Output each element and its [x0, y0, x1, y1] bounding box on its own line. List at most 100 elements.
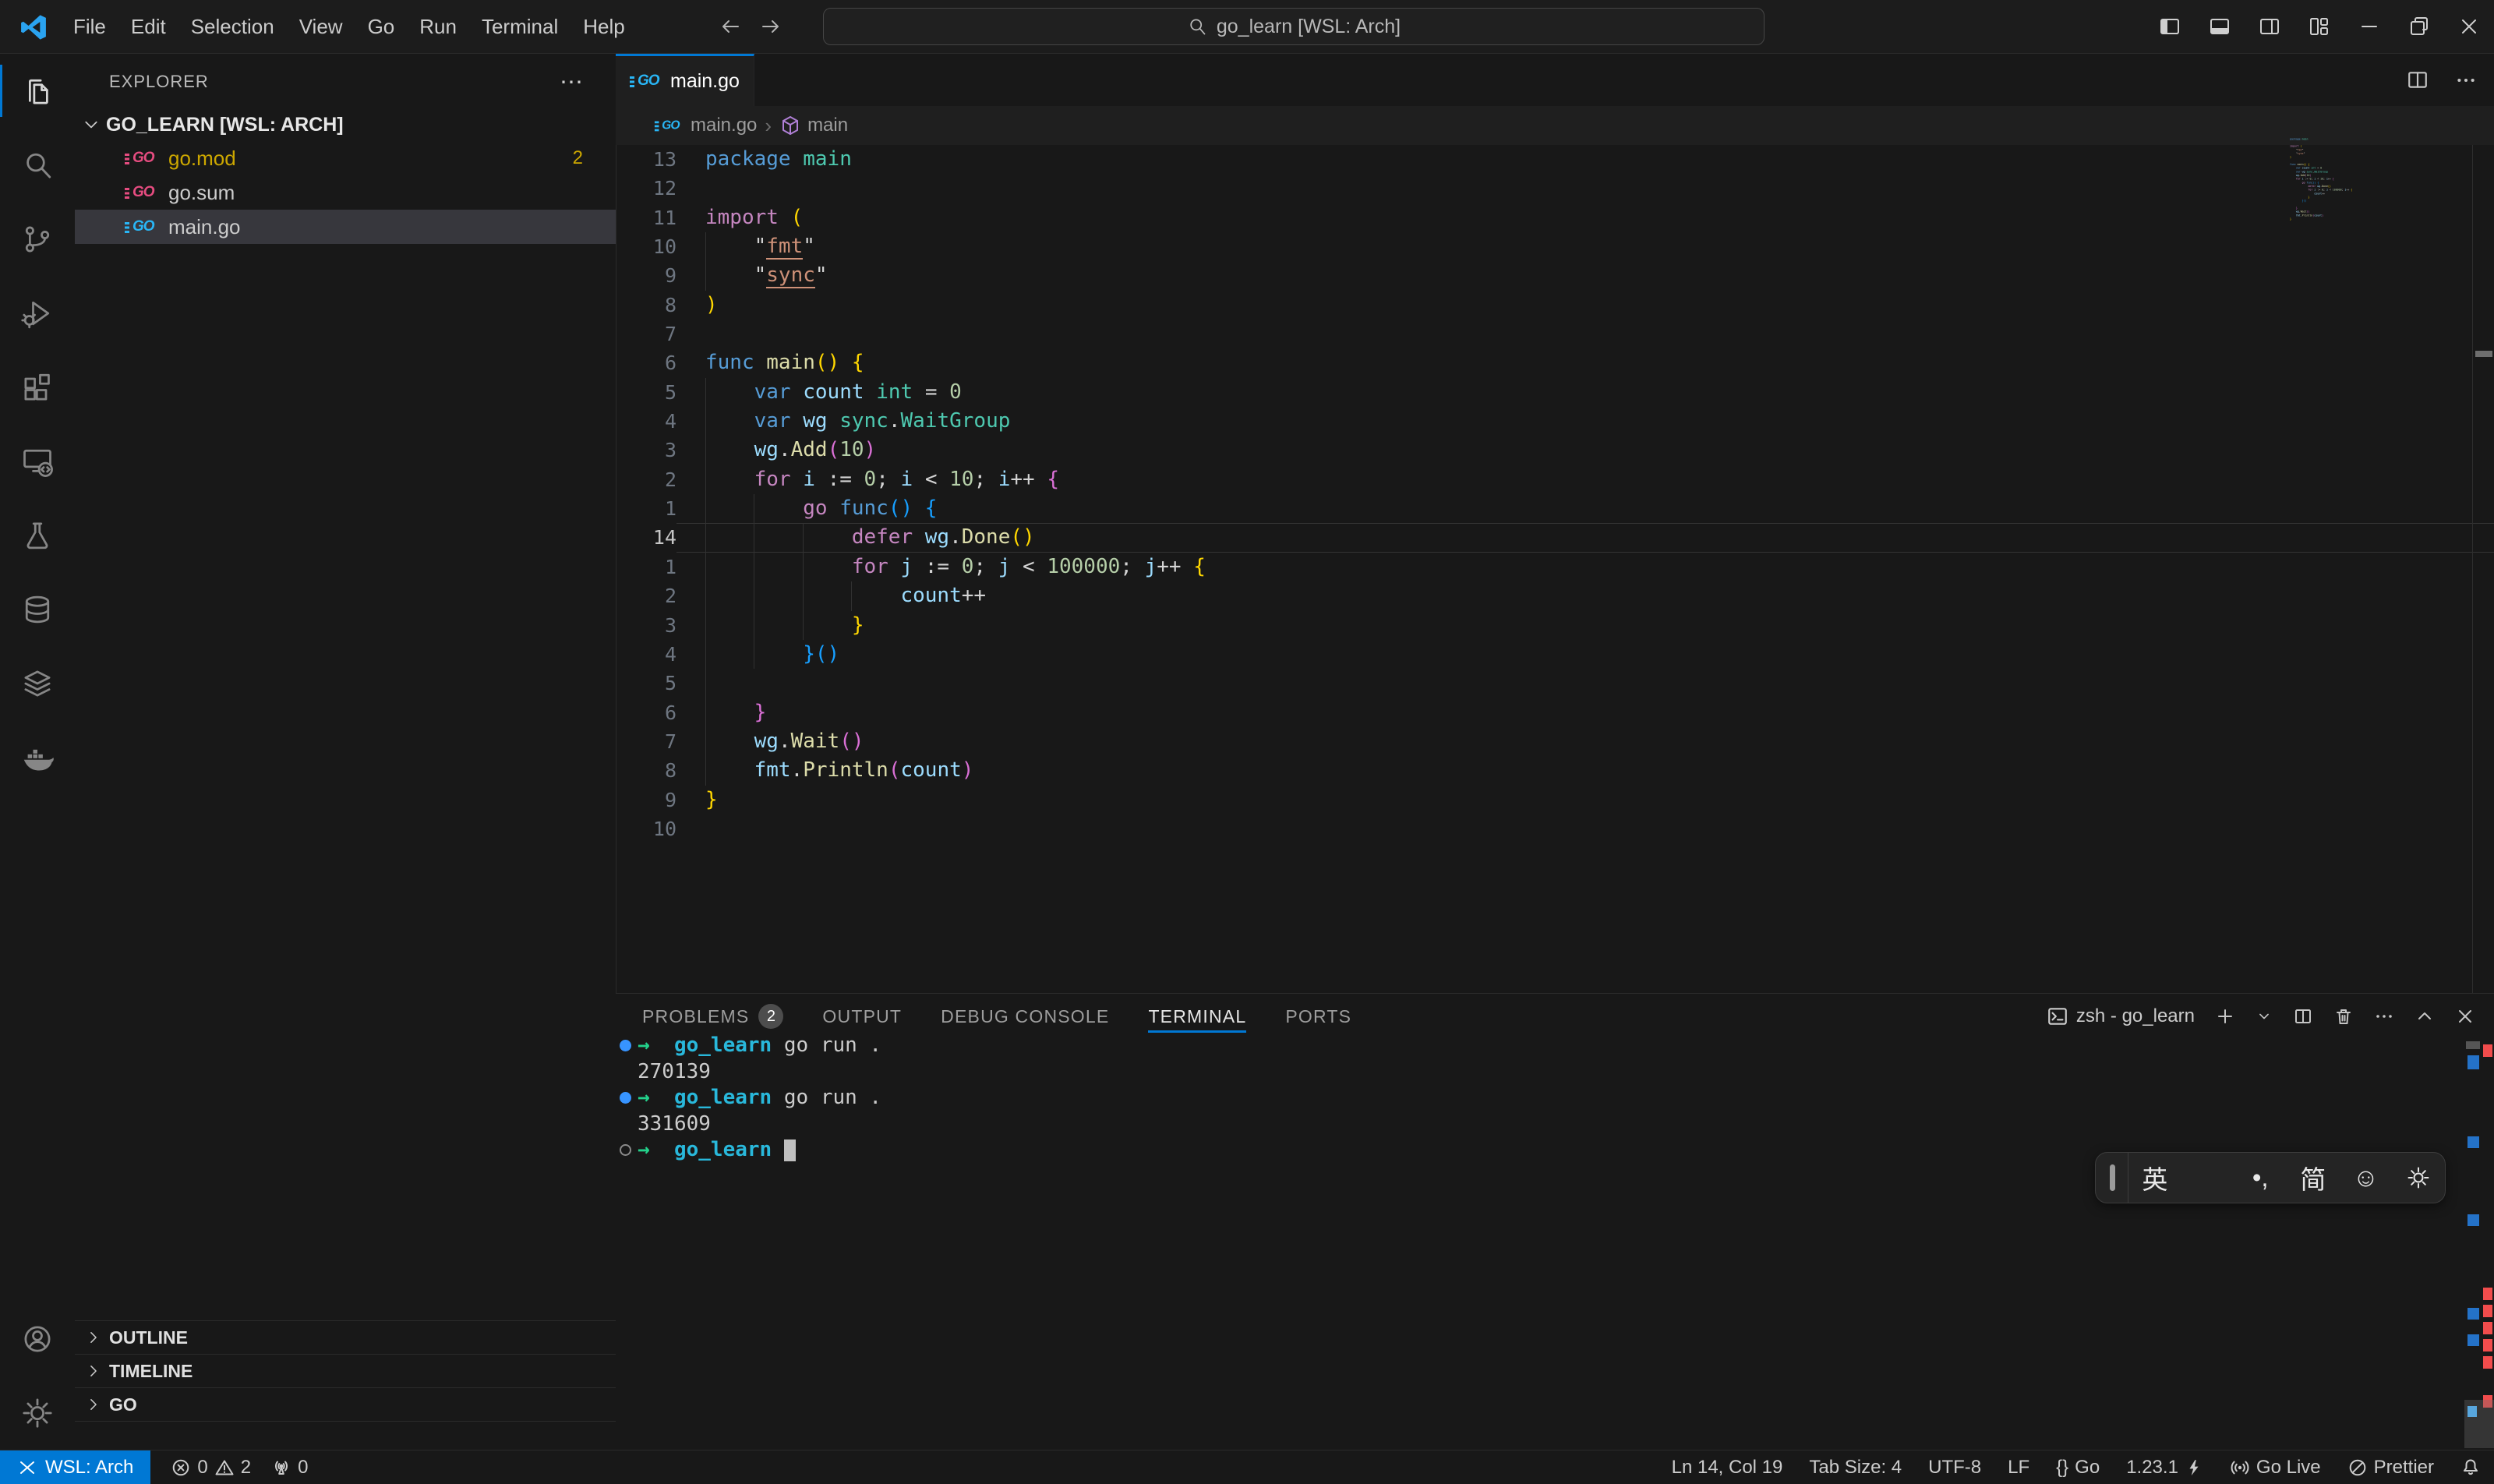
menu-edit[interactable]: Edit — [118, 15, 178, 39]
ime-emoji[interactable]: ☺ — [2340, 1163, 2393, 1192]
code-line[interactable]: 2 for i := 0; i < 10; i++ { — [616, 465, 2494, 494]
minimap[interactable]: package mainimport ( "fmt" "sync")func m… — [2290, 137, 2372, 224]
ime-settings[interactable] — [2392, 1164, 2445, 1191]
terminal-output[interactable]: → go_learn go run .270139→ go_learn go r… — [616, 1033, 2471, 1164]
code-line[interactable]: 11 import ( — [616, 203, 2494, 232]
section-timeline[interactable]: TIMELINE — [75, 1354, 616, 1387]
code-line[interactable]: 10 "fmt" — [616, 232, 2494, 261]
code-line[interactable]: 3 } — [616, 611, 2494, 640]
menu-terminal[interactable]: Terminal — [469, 15, 571, 39]
new-terminal-icon[interactable] — [2215, 1006, 2235, 1026]
toggle-secondary-sidebar-icon[interactable] — [2245, 0, 2294, 53]
forward-icon[interactable] — [759, 15, 782, 38]
command-decoration[interactable] — [620, 1144, 631, 1156]
problems-status[interactable]: 0 2 — [171, 1457, 251, 1479]
activity-docker[interactable] — [0, 720, 75, 794]
status-go-live[interactable]: Go Live — [2217, 1457, 2334, 1479]
menu-go[interactable]: Go — [355, 15, 408, 39]
activity-source-control[interactable] — [0, 202, 75, 276]
toggle-panel-icon[interactable] — [2195, 0, 2245, 53]
ime-simplified[interactable]: 简 — [2287, 1159, 2340, 1196]
code-line[interactable]: 8 fmt.Println(count) — [616, 756, 2494, 785]
menu-help[interactable]: Help — [571, 15, 637, 39]
activity-database[interactable] — [0, 572, 75, 646]
toggle-primary-sidebar-icon[interactable] — [2145, 0, 2195, 53]
launch-profile-icon[interactable] — [2256, 1008, 2273, 1025]
status-language-mode[interactable]: {}Go — [2043, 1457, 2113, 1479]
section-outline[interactable]: OUTLINE — [75, 1320, 616, 1354]
menu-run[interactable]: Run — [407, 15, 469, 39]
section-go[interactable]: GO — [75, 1387, 616, 1422]
activity-settings[interactable] — [0, 1376, 75, 1450]
ime-lang-english[interactable]: 英 — [2128, 1159, 2181, 1196]
activity-run-debug[interactable] — [0, 276, 75, 350]
file-item-main-go[interactable]: GO main.go — [75, 210, 616, 244]
code-line[interactable]: 4 }() — [616, 640, 2494, 669]
ime-punctuation[interactable]: •, — [2234, 1163, 2287, 1192]
code-line[interactable]: 9 "sync" — [616, 261, 2494, 290]
menu-file[interactable]: File — [61, 15, 118, 39]
activity-testing[interactable] — [0, 498, 75, 572]
activity-search[interactable] — [0, 128, 75, 202]
activity-explorer[interactable] — [0, 54, 75, 128]
menu-selection[interactable]: Selection — [178, 15, 287, 39]
remote-indicator[interactable]: WSL: Arch — [0, 1450, 150, 1484]
code-line[interactable]: 8 ) — [616, 291, 2494, 320]
code-line[interactable]: 5 var count int = 0 — [616, 378, 2494, 407]
code-line[interactable]: 14 defer wg.Done() — [616, 523, 2494, 552]
menu-view[interactable]: View — [287, 15, 355, 39]
activity-remote-explorer[interactable] — [0, 424, 75, 498]
code-line[interactable]: 1 for j := 0; j < 100000; j++ { — [616, 553, 2494, 581]
ports-status[interactable]: 0 — [271, 1457, 308, 1479]
code-line[interactable]: 7 wg.Wait() — [616, 727, 2494, 756]
close-icon[interactable] — [2444, 0, 2494, 53]
ime-toolbar[interactable]: 英 •,简☺ — [2095, 1152, 2446, 1203]
status-cursor-position[interactable]: Ln 14, Col 19 — [1659, 1457, 1796, 1479]
code-line[interactable]: 2 count++ — [616, 581, 2494, 610]
customize-layout-icon[interactable] — [2294, 0, 2344, 53]
command-center-search[interactable]: go_learn [WSL: Arch] — [823, 8, 1765, 45]
code-line[interactable]: 12 — [616, 174, 2494, 203]
sidebar-more-actions[interactable]: ⋯ — [560, 69, 585, 96]
terminal-title[interactable]: zsh - go_learn — [2047, 1005, 2195, 1027]
command-decoration[interactable] — [620, 1092, 631, 1104]
code-line[interactable]: 3 wg.Add(10) — [616, 436, 2494, 465]
restore-icon[interactable] — [2394, 0, 2444, 53]
kill-terminal-icon[interactable] — [2333, 1006, 2354, 1026]
split-terminal-icon[interactable] — [2293, 1006, 2313, 1026]
more-actions-icon[interactable] — [2455, 69, 2477, 91]
status-eol[interactable]: LF — [1994, 1457, 2043, 1479]
status-prettier[interactable]: Prettier — [2334, 1457, 2447, 1479]
explorer-section-header[interactable]: GO_LEARN [WSL: ARCH] — [75, 108, 616, 141]
ime-fullwidth[interactable] — [2181, 1164, 2234, 1191]
code-line[interactable]: 7 — [616, 320, 2494, 348]
back-icon[interactable] — [719, 15, 742, 38]
code-line[interactable]: 5 — [616, 669, 2494, 698]
command-decoration[interactable] — [620, 1040, 631, 1051]
minimize-icon[interactable] — [2344, 0, 2394, 53]
split-editor-icon[interactable] — [2407, 69, 2429, 91]
close-panel-icon[interactable] — [2455, 1006, 2475, 1026]
code-line[interactable]: 9 } — [616, 786, 2494, 814]
code-line[interactable]: 1 go func() { — [616, 494, 2494, 523]
status-go-version[interactable]: 1.23.1 — [2113, 1457, 2217, 1479]
breadcrumb-file[interactable]: main.go — [691, 115, 757, 136]
code-line[interactable]: 6 func main() { — [616, 348, 2494, 377]
ime-drag-handle[interactable] — [2110, 1164, 2115, 1191]
file-item-go-sum[interactable]: GO go.sum — [75, 175, 616, 210]
code-editor[interactable]: 13 package main12 11 import (10 "fmt"9 "… — [616, 145, 2494, 843]
activity-layers[interactable] — [0, 646, 75, 720]
code-line[interactable]: 10 — [616, 814, 2494, 843]
status-indentation[interactable]: Tab Size: 4 — [1796, 1457, 1915, 1479]
file-item-go-mod[interactable]: GO go.mod2 — [75, 141, 616, 175]
status-encoding[interactable]: UTF-8 — [1915, 1457, 1994, 1479]
status-notifications[interactable] — [2447, 1458, 2494, 1478]
breadcrumb-symbol[interactable]: main — [807, 115, 848, 136]
more-actions-icon[interactable] — [2374, 1006, 2394, 1026]
activity-extensions[interactable] — [0, 350, 75, 424]
code-line[interactable]: 4 var wg sync.WaitGroup — [616, 407, 2494, 436]
tab-main-go[interactable]: GO main.go — [616, 54, 754, 106]
maximize-panel-icon[interactable] — [2415, 1006, 2435, 1026]
activity-accounts[interactable] — [0, 1302, 75, 1376]
code-line[interactable]: 6 } — [616, 698, 2494, 727]
